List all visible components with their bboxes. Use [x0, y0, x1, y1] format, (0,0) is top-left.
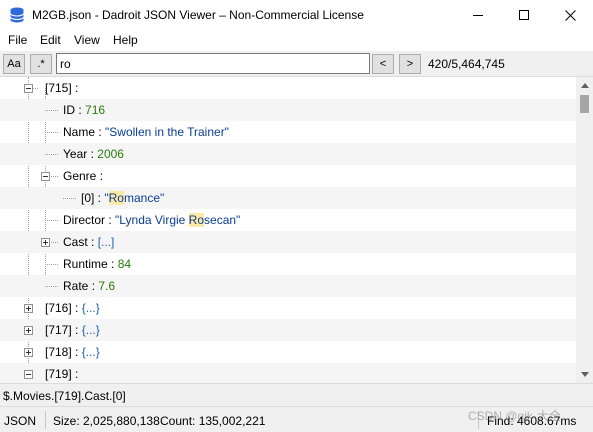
close-button[interactable] [547, 0, 593, 31]
tree-row[interactable]: Genre : [0, 165, 576, 187]
tree-row[interactable]: [715] : [0, 77, 576, 99]
menu-file[interactable]: File [8, 33, 27, 47]
expand-icon[interactable] [41, 238, 50, 247]
tree-row[interactable]: Year : 2006 [0, 143, 576, 165]
watermark: CSDN @gjk·大全 [468, 409, 561, 423]
expand-icon[interactable] [24, 348, 33, 357]
arrow-up-icon [580, 83, 589, 88]
tree-row[interactable]: Cast : [...] [0, 231, 576, 253]
tree-row[interactable]: [719] : [0, 363, 576, 383]
title-bar: M2GB.json - Dadroit JSON Viewer – Non-Co… [0, 0, 593, 31]
close-icon [564, 10, 576, 21]
arrow-down-icon [580, 372, 589, 377]
prev-match-button[interactable]: < [372, 54, 394, 74]
menu-help[interactable]: Help [113, 33, 138, 47]
database-icon [10, 7, 24, 23]
minimize-button[interactable] [455, 0, 501, 31]
match-case-button[interactable]: Aa [3, 54, 25, 74]
json-path: $.Movies.[719].Cast.[0] [3, 389, 126, 403]
search-highlight: Ro [108, 191, 124, 205]
tree-row[interactable]: [716] : {...} [0, 297, 576, 319]
scroll-up-button[interactable] [576, 77, 593, 94]
status-size: Size: 2,025,880,138 [53, 414, 160, 428]
expand-icon[interactable] [24, 326, 33, 335]
collapse-icon[interactable] [24, 370, 33, 379]
menu-view[interactable]: View [74, 33, 100, 47]
menu-bar: File Edit View Help [0, 31, 593, 51]
scrollbar-thumb[interactable] [580, 95, 589, 113]
tree-row[interactable]: Director : "Lynda Virgie Rosecan" [0, 209, 576, 231]
path-bar: $.Movies.[719].Cast.[0] [0, 383, 593, 406]
search-input[interactable] [56, 53, 370, 74]
maximize-button[interactable] [501, 0, 547, 31]
menu-edit[interactable]: Edit [40, 33, 61, 47]
next-match-button[interactable]: > [399, 54, 421, 74]
json-tree[interactable]: [715] : ID : 716 Name : "Swollen in the … [0, 77, 576, 383]
tree-row[interactable]: [717] : {...} [0, 319, 576, 341]
tree-row[interactable]: [718] : {...} [0, 341, 576, 363]
match-count: 420/5,464,745 [428, 57, 505, 71]
window-title: M2GB.json - Dadroit JSON Viewer – Non-Co… [32, 8, 364, 22]
regex-button[interactable]: .* [30, 54, 52, 74]
minimize-icon [472, 15, 483, 16]
scroll-down-button[interactable] [576, 366, 593, 383]
expand-icon[interactable] [24, 304, 33, 313]
tree-row[interactable]: [0] : "Romance" [0, 187, 576, 209]
vertical-scrollbar[interactable] [576, 77, 593, 383]
maximize-icon [518, 10, 529, 20]
status-count: Count: 135,002,221 [160, 414, 266, 428]
tree-row[interactable]: Name : "Swollen in the Trainer" [0, 121, 576, 143]
status-type: JSON [4, 414, 37, 428]
search-toolbar: Aa .* < > 420/5,464,745 [0, 51, 593, 77]
tree-row[interactable]: Rate : 7.6 [0, 275, 576, 297]
tree-row[interactable]: ID : 716 [0, 99, 576, 121]
search-highlight: Ro [188, 213, 205, 227]
collapse-icon[interactable] [24, 84, 33, 93]
tree-row[interactable]: Runtime : 84 [0, 253, 576, 275]
collapse-icon[interactable] [41, 172, 50, 181]
